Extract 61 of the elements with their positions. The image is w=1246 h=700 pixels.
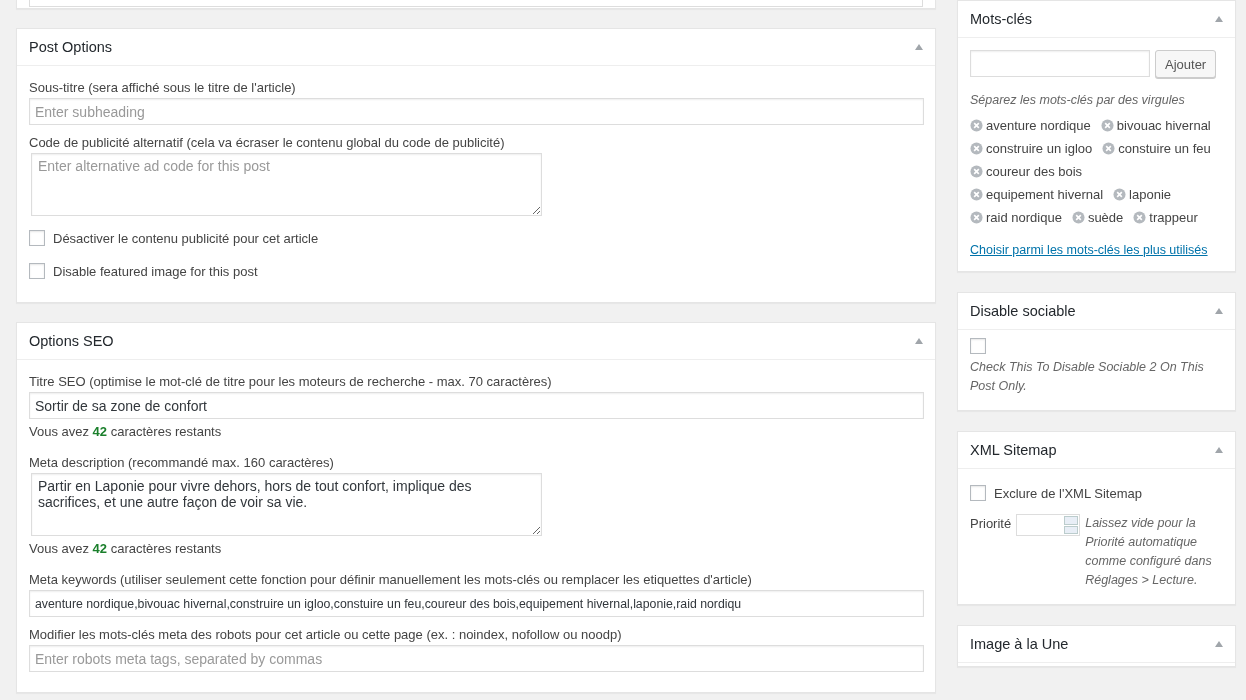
tag-label: construire un igloo — [986, 140, 1093, 158]
remove-tag-icon[interactable] — [970, 211, 983, 224]
panel-title: Options SEO — [29, 333, 114, 349]
tags-hint: Séparez les mots-clés par des virgules — [970, 92, 1186, 109]
tag-label: constuire un feu — [1118, 140, 1211, 158]
field-label: Sous-titre (sera affiché sous le titre de l'article) — [29, 80, 297, 95]
collapse-arrow-icon[interactable] — [1215, 447, 1223, 453]
panel-title: Mots-clés — [970, 11, 1033, 27]
field-label: Meta keywords (utiliser seulement cette fonction pour définir manuellement les mots-clés ou remplacer les etiquettes d'article) — [29, 572, 753, 587]
remove-tag-icon[interactable] — [1100, 119, 1114, 132]
tag-label: laponie — [1129, 186, 1171, 204]
textarea-field[interactable]: Partir en Laponie pour vivre dehors, hors de tout confort, implique des sacrifices, et une autre façon de voir sa vie. — [31, 473, 542, 536]
tag-label: trappeur — [1149, 209, 1198, 227]
tag-label: equipement hivernal — [986, 186, 1104, 204]
most-used-tags-link[interactable]: Choisir parmi les mots-clés les plus utilisés — [970, 243, 1223, 257]
panel-title: Disable sociable — [970, 303, 1076, 319]
remove-tag-icon[interactable] — [970, 188, 983, 201]
checkbox[interactable] — [970, 485, 986, 501]
checkbox[interactable] — [970, 338, 986, 354]
tag-label: raid nordique — [986, 209, 1062, 227]
remove-tag-icon[interactable] — [1133, 211, 1147, 224]
tag-label: suède — [1087, 209, 1124, 227]
tag-label: bivouac hivernal — [1116, 117, 1211, 135]
text-field[interactable]: Sortir de sa zone de confort — [29, 392, 924, 419]
checkbox-label: Exclure de l'XML Sitemap — [994, 485, 1142, 501]
add-button[interactable]: Ajouter — [1155, 50, 1217, 78]
checkbox-label: Désactiver le contenu publicité pour cet article — [53, 230, 319, 246]
character-counter: Vous avez 42 caractères restants — [29, 541, 223, 556]
text-field[interactable]: aventure nordique,bivouac hivernal,construire un igloo,constuire un feu,coureur des bois,equipement hivernal,laponie,raid nordiqu — [29, 590, 924, 617]
tag-label: aventure nordique — [986, 117, 1091, 135]
panel-title: Image à la Une — [970, 636, 1069, 652]
collapse-arrow-icon[interactable] — [915, 44, 923, 50]
collapse-arrow-icon[interactable] — [915, 338, 923, 344]
field-label: Titre SEO (optimise le mot-clé de titre pour les moteurs de recherche - max. 70 caractères) — [29, 374, 553, 389]
text-field[interactable]: Enter subheading — [29, 98, 924, 125]
field-label: Code de publicité alternatif (cela va écraser le contenu global du code de publicité) — [29, 135, 506, 150]
tag-label: coureur des bois — [986, 163, 1083, 181]
collapse-arrow-icon[interactable] — [1215, 641, 1223, 647]
checkbox[interactable] — [29, 230, 45, 246]
remove-tag-icon[interactable] — [1102, 142, 1116, 155]
text-field[interactable]: Enter robots meta tags, separated by commas — [29, 645, 924, 672]
priority-note: Laissez vide pour la Priorité automatique comme configuré dans Réglages > Lecture. — [1085, 515, 1213, 589]
remove-tag-icon[interactable] — [1113, 188, 1127, 201]
collapse-arrow-icon[interactable] — [1215, 16, 1223, 22]
checkbox-label: Disable featured image for this post — [53, 263, 258, 279]
remove-tag-icon[interactable] — [970, 165, 983, 178]
panel-title: XML Sitemap — [970, 442, 1057, 458]
sociable-note: Check This To Disable Sociable 2 On This Post Only. — [970, 359, 1205, 395]
collapse-arrow-icon[interactable] — [1215, 308, 1223, 314]
textarea-field[interactable]: Enter alternative ad code for this post — [31, 153, 542, 216]
checkbox[interactable] — [29, 263, 45, 279]
priority-label: Priorité — [970, 515, 1012, 533]
remove-tag-icon[interactable] — [1071, 211, 1085, 224]
remove-tag-icon[interactable] — [970, 142, 983, 155]
field-label: Modifier les mots-clés meta des robots pour cet article ou cette page (ex. : noindex, nofollow ou noodp) — [29, 627, 623, 642]
priority-number-field[interactable] — [1016, 514, 1081, 536]
tag-input-field[interactable] — [970, 50, 1150, 77]
character-counter: Vous avez 42 caractères restants — [29, 424, 223, 439]
field-label: Meta description (recommandé max. 160 caractères) — [29, 455, 335, 470]
panel-title: Post Options — [29, 39, 112, 55]
remove-tag-icon[interactable] — [970, 119, 983, 132]
